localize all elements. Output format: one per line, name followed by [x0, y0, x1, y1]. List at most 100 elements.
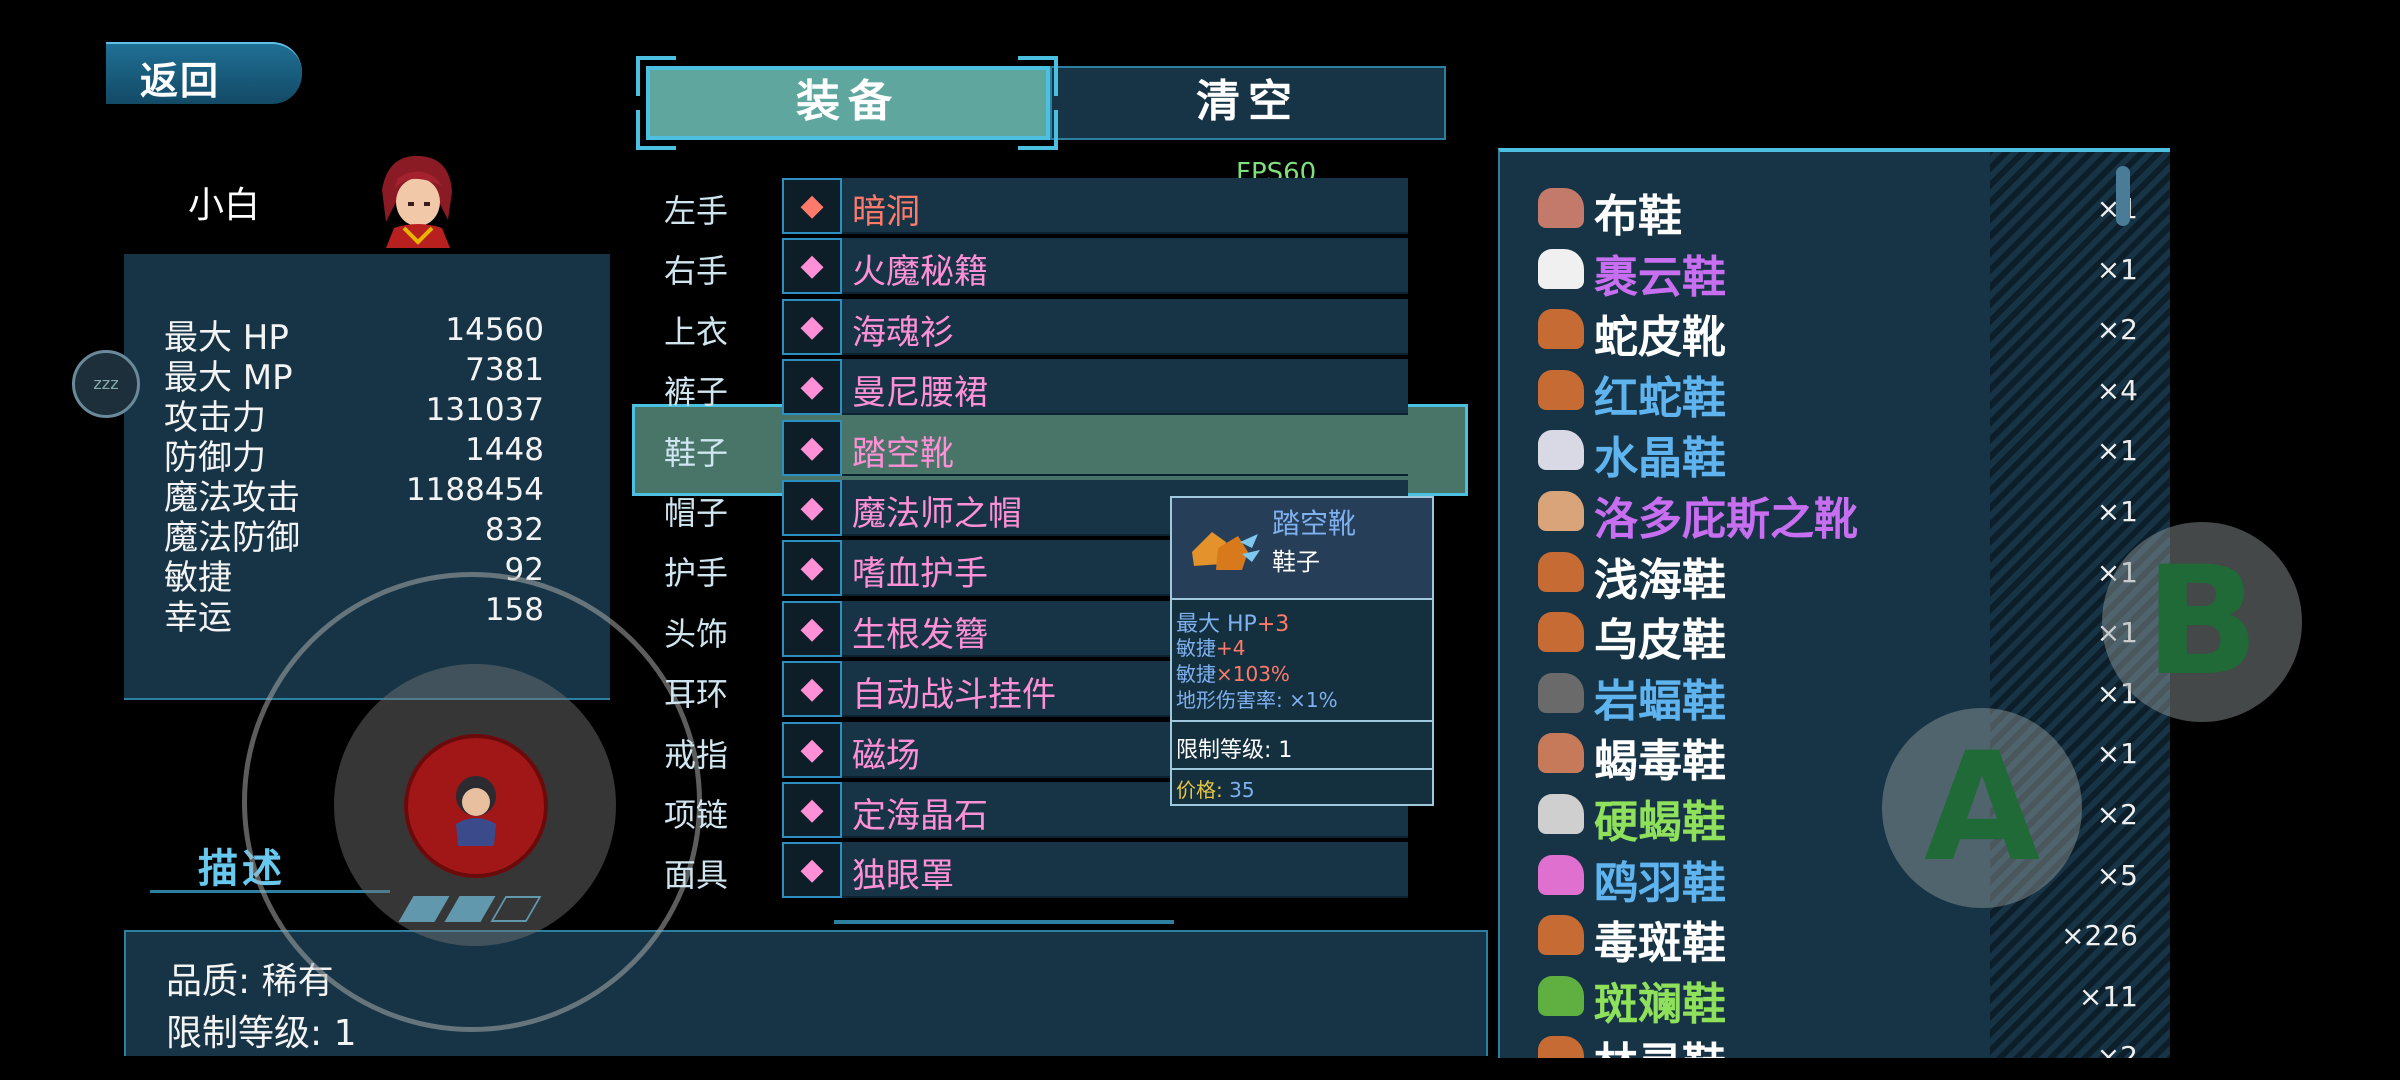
slot-label: 帽子 — [664, 494, 729, 532]
red-book-icon: ◆ — [782, 238, 842, 294]
boot-icon — [1538, 855, 1584, 895]
tooltip-divider — [1172, 768, 1432, 770]
necklace-icon: ◆ — [782, 782, 842, 838]
shirt-icon: ◆ — [782, 299, 842, 355]
inventory-item[interactable]: 裹云鞋 ×1 — [1538, 239, 2138, 303]
slot-item-name: 魔法师之帽 — [852, 494, 1022, 534]
inventory-item[interactable]: 布鞋×1 — [1538, 178, 2138, 242]
character-portrait — [382, 155, 452, 248]
slot-label: 耳环 — [664, 675, 729, 713]
tab-equip[interactable]: 装备 — [646, 66, 1050, 140]
inventory-item[interactable]: 毒斑鞋 ×226 — [1538, 905, 2138, 969]
inventory-item-count: ×2 — [2096, 798, 2138, 831]
tooltip-header: 踏空靴 鞋子 — [1172, 498, 1432, 600]
inventory-item-name: 硬蝎鞋 — [1594, 797, 1726, 848]
boot-icon — [1538, 976, 1584, 1016]
boot-icon — [1538, 915, 1584, 955]
equipment-slot[interactable]: ◆ 曼尼腰裙 — [782, 359, 1408, 415]
inventory-item-name: 林灵鞋 — [1594, 1028, 1726, 1058]
equipment-slot[interactable]: ◆ 海魂衫 — [782, 299, 1408, 355]
slot-label: 裤子 — [664, 373, 729, 411]
equipment-slot[interactable]: ◆ 踏空靴 — [782, 420, 1408, 476]
gear-charm-icon: ◆ — [782, 661, 842, 717]
slot-item-name: 踏空靴 — [852, 434, 954, 474]
inventory-item-count: ×1 — [2096, 253, 2138, 286]
slot-item-name: 嗜血护手 — [852, 554, 988, 594]
equipment-slot[interactable]: ◆ 暗洞 — [782, 178, 1408, 234]
hairpin-icon: ◆ — [782, 601, 842, 657]
inventory-item-name: 蝎毒鞋 — [1594, 736, 1726, 787]
inventory-item[interactable]: 蛇皮靴 ×2 — [1538, 299, 2138, 363]
slot-label: 戒指 — [664, 736, 729, 774]
inventory-item-name: 浅海鞋 — [1594, 555, 1726, 606]
boot-icon — [1538, 673, 1584, 713]
inventory-item[interactable]: 浅海鞋 ×1 — [1538, 542, 2138, 606]
inventory-item[interactable]: 斑斓鞋 ×11 — [1538, 966, 2138, 1030]
stat-label: 幸运 — [164, 598, 232, 638]
boot-icon — [1538, 794, 1584, 834]
tab-corner-decoration — [1018, 56, 1058, 96]
slot-label: 护手 — [664, 554, 729, 592]
boot-icon — [1538, 612, 1584, 652]
inventory-item-name: 斑斓鞋 — [1594, 979, 1726, 1030]
inventory-item-count: ×2 — [2096, 1040, 2138, 1058]
stat-value: 14560 — [445, 312, 544, 348]
inventory-item-name: 岩蝠鞋 — [1594, 676, 1726, 727]
tooltip-item-type: 鞋子 — [1272, 548, 1320, 576]
joystick-knob[interactable] — [404, 734, 548, 878]
inventory-item[interactable]: 红蛇鞋 ×4 — [1538, 360, 2138, 424]
inventory-item-name: 水晶鞋 — [1594, 433, 1726, 484]
tab-corner-decoration — [636, 110, 676, 150]
inventory-item-count: ×11 — [2078, 980, 2138, 1013]
slot-label: 项链 — [664, 796, 729, 834]
tab-clear[interactable]: 清空 — [1050, 66, 1446, 140]
stat-row: 最大 HP 14560 — [164, 310, 544, 358]
bow-icon: ◆ — [782, 178, 842, 234]
slot-label: 上衣 — [664, 313, 729, 351]
level-requirement-text: 限制等级: 1 — [166, 1013, 357, 1054]
inventory-item[interactable]: 水晶鞋 ×1 — [1538, 420, 2138, 484]
slot-item-name: 曼尼腰裙 — [852, 373, 988, 413]
inventory-item-name: 裹云鞋 — [1594, 252, 1726, 303]
tooltip-item-name: 踏空靴 — [1272, 507, 1357, 540]
equipment-slot[interactable]: ◆ 独眼罩 — [782, 842, 1408, 898]
inventory-list[interactable]: 布鞋×1裹云鞋×1蛇皮靴×2红蛇鞋×4水晶鞋×1洛多庇斯之靴×1浅海鞋×1乌皮鞋… — [1498, 148, 2170, 1058]
boot-icon — [1538, 552, 1584, 592]
item-tooltip: 踏空靴 鞋子 最大 HP+3 敏捷+4 敏捷×103% 地形伤害率: ×1% 限… — [1170, 496, 1434, 806]
b-button[interactable]: B — [2102, 522, 2302, 722]
inventory-scrollbar[interactable] — [2116, 166, 2130, 226]
inventory-item-name: 毒斑鞋 — [1594, 918, 1726, 969]
boot-icon — [1538, 309, 1584, 349]
winged-boots-icon: ◆ — [782, 420, 842, 476]
inventory-item[interactable]: 乌皮鞋 ×1 — [1538, 602, 2138, 666]
a-button[interactable]: A — [1882, 708, 2082, 908]
inventory-item-name: 乌皮鞋 — [1594, 615, 1726, 666]
slot-list-scrollbar[interactable] — [834, 920, 1174, 924]
inventory-item-count: ×4 — [2096, 374, 2138, 407]
tooltip-price: 价格: 35 — [1176, 778, 1255, 802]
boot-icon — [1538, 1036, 1584, 1058]
inventory-item-name: 鸥羽鞋 — [1594, 858, 1726, 909]
sleep-button[interactable]: zzz — [72, 350, 140, 418]
stat-row: 攻击力 131037 — [164, 390, 544, 438]
inventory-item-count: ×1 — [2096, 434, 2138, 467]
stat-row: 最大 MP 7381 — [164, 350, 544, 398]
slot-label: 鞋子 — [664, 434, 729, 472]
inventory-item-name: 布鞋 — [1594, 191, 1682, 242]
inventory-item[interactable]: 洛多庇斯之靴 ×1 — [1538, 481, 2138, 545]
inventory-item[interactable]: 林灵鞋 ×2 — [1538, 1026, 2138, 1058]
stat-value: 7381 — [465, 352, 544, 388]
gauntlet-icon: ◆ — [782, 540, 842, 596]
inventory-item-count: ×226 — [2061, 919, 2138, 952]
back-button[interactable]: 返回 — [106, 42, 302, 104]
equipment-slot[interactable]: ◆ 火魔秘籍 — [782, 238, 1408, 294]
stat-value: 1448 — [465, 432, 544, 468]
boot-icon — [1538, 491, 1584, 531]
slot-item-name: 海魂衫 — [852, 313, 954, 353]
inventory-item[interactable]: 岩蝠鞋 ×1 — [1538, 663, 2138, 727]
slot-item-name: 自动战斗挂件 — [852, 675, 1056, 715]
ring-icon: ◆ — [782, 722, 842, 778]
inventory-item-count: ×1 — [2096, 495, 2138, 528]
inventory-item-count: ×5 — [2096, 859, 2138, 892]
stat-value: 832 — [484, 512, 544, 548]
